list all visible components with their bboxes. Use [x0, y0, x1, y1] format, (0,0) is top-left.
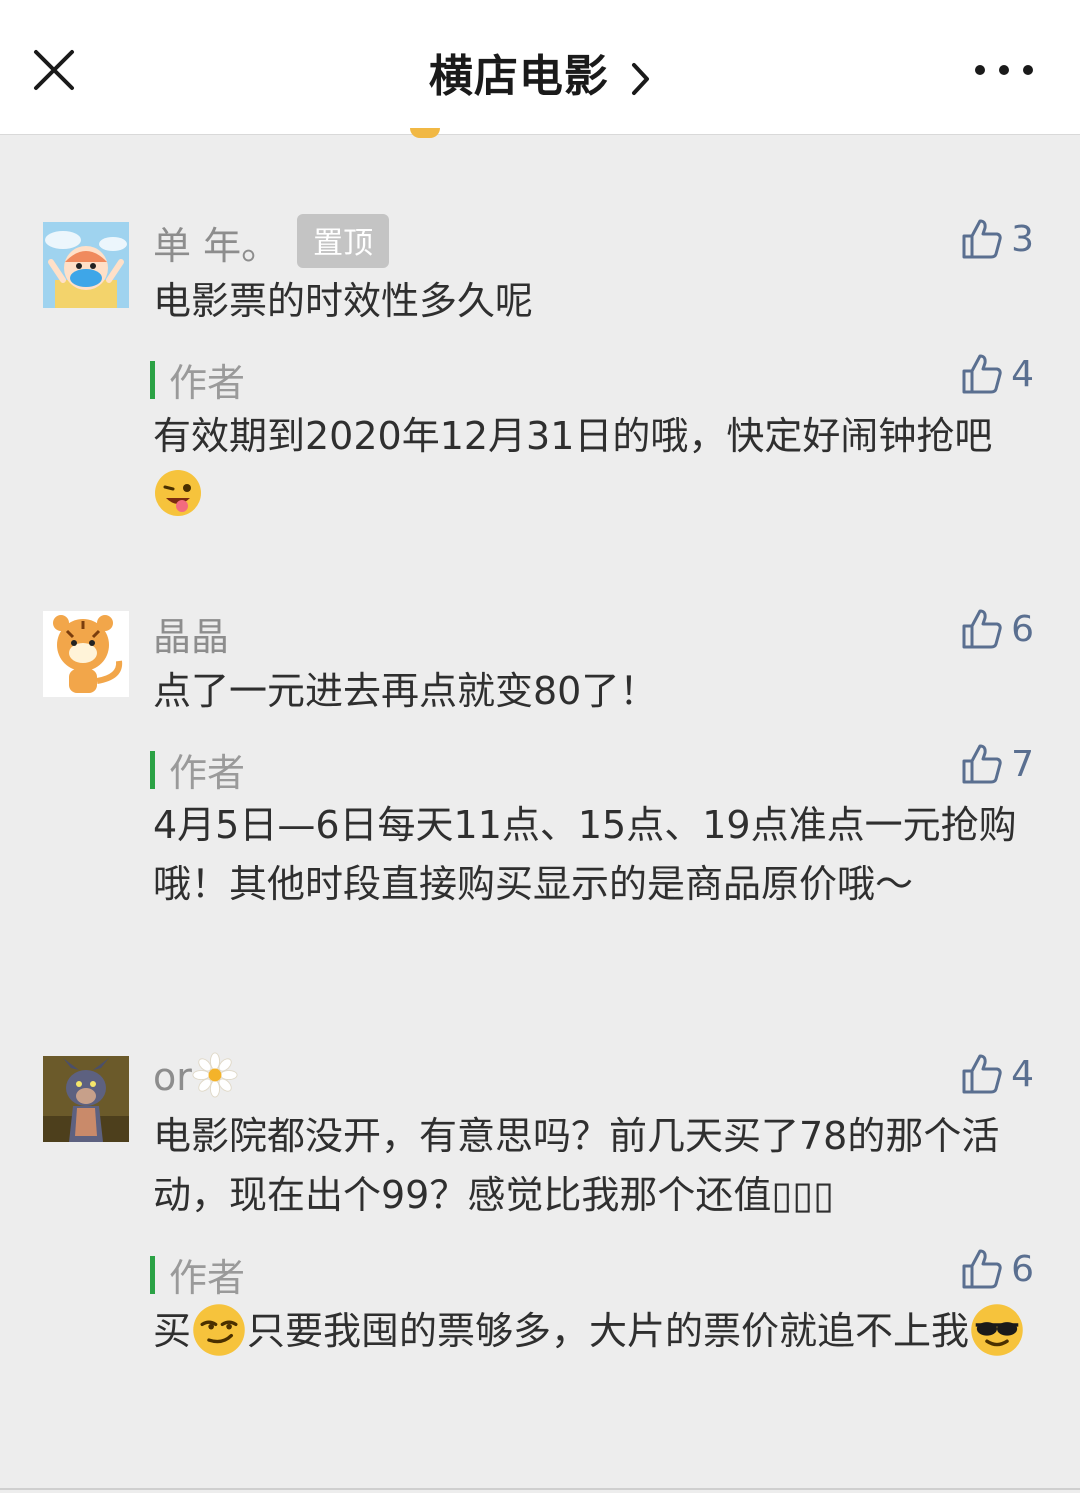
- smirk-emoji: [193, 1304, 245, 1356]
- like-button[interactable]: 4: [961, 1053, 1034, 1095]
- author-reply-label: 作者: [150, 352, 245, 407]
- reply-text: 有效期到2020年12月31日的哦，快定好闹钟抢吧: [153, 407, 1038, 525]
- title-text: 横店电影: [428, 51, 609, 102]
- comment-text: 电影院都没开，有意思吗？前几天买了78的那个活动，现在出个99？感觉比我那个还值…: [153, 1114, 1000, 1217]
- like-count: 4: [1011, 353, 1034, 395]
- chevron-right-icon: [632, 63, 650, 95]
- like-count: 6: [1011, 608, 1034, 650]
- comment-text: 电影票的时效性多久呢: [153, 279, 534, 323]
- page-title[interactable]: 横店电影: [0, 40, 1080, 104]
- avatar[interactable]: [43, 222, 129, 308]
- comment-nickname: 晶晶: [153, 615, 230, 659]
- daisy-emoji: [192, 1052, 238, 1098]
- reply-like-button[interactable]: 7: [961, 743, 1034, 785]
- bottom-divider: [0, 1488, 1080, 1490]
- more-icon[interactable]: [972, 60, 1036, 80]
- winking-tongue-emoji: [155, 470, 201, 516]
- thumbs-up-icon: [962, 744, 1002, 784]
- top-bar: 横店电影: [0, 0, 1080, 135]
- author-reply-label: 作者: [150, 742, 245, 797]
- author-bar: [150, 1255, 155, 1294]
- author-bar: [150, 360, 155, 399]
- pinned-badge: 置顶: [297, 214, 390, 268]
- avatar[interactable]: [43, 611, 129, 697]
- comment-nickname: 单 年。 置顶: [153, 214, 390, 270]
- thumbs-up-icon: [962, 609, 1002, 649]
- like-button[interactable]: 6: [961, 608, 1034, 650]
- author-reply-label: 作者: [150, 1247, 245, 1302]
- reply-like-button[interactable]: 4: [961, 353, 1034, 395]
- like-button[interactable]: 3: [961, 218, 1034, 260]
- thumbs-up-icon: [962, 219, 1002, 259]
- thumbs-up-icon: [962, 354, 1002, 394]
- reply-like-button[interactable]: 6: [961, 1248, 1034, 1290]
- like-count: 3: [1011, 218, 1034, 260]
- sunglasses-emoji: [971, 1304, 1023, 1356]
- thumbs-up-icon: [962, 1054, 1002, 1094]
- like-count: 7: [1011, 743, 1034, 785]
- like-count: 4: [1011, 1053, 1034, 1095]
- comment-text: 点了一元进去再点就变80了！: [153, 669, 658, 713]
- scroll-peek-emoji: [410, 128, 440, 138]
- like-count: 6: [1011, 1248, 1034, 1290]
- comment-nickname: or: [153, 1052, 238, 1099]
- thumbs-up-icon: [962, 1249, 1002, 1289]
- author-bar: [150, 750, 155, 789]
- avatar[interactable]: [43, 1056, 129, 1142]
- reply-text: 买 只要我囤的票够多，大片的票价就追不上我: [153, 1302, 1038, 1361]
- reply-text: 4月5日—6日每天11点、15点、19点准点一元抢购哦！其他时段直接购买显示的是…: [153, 803, 1017, 906]
